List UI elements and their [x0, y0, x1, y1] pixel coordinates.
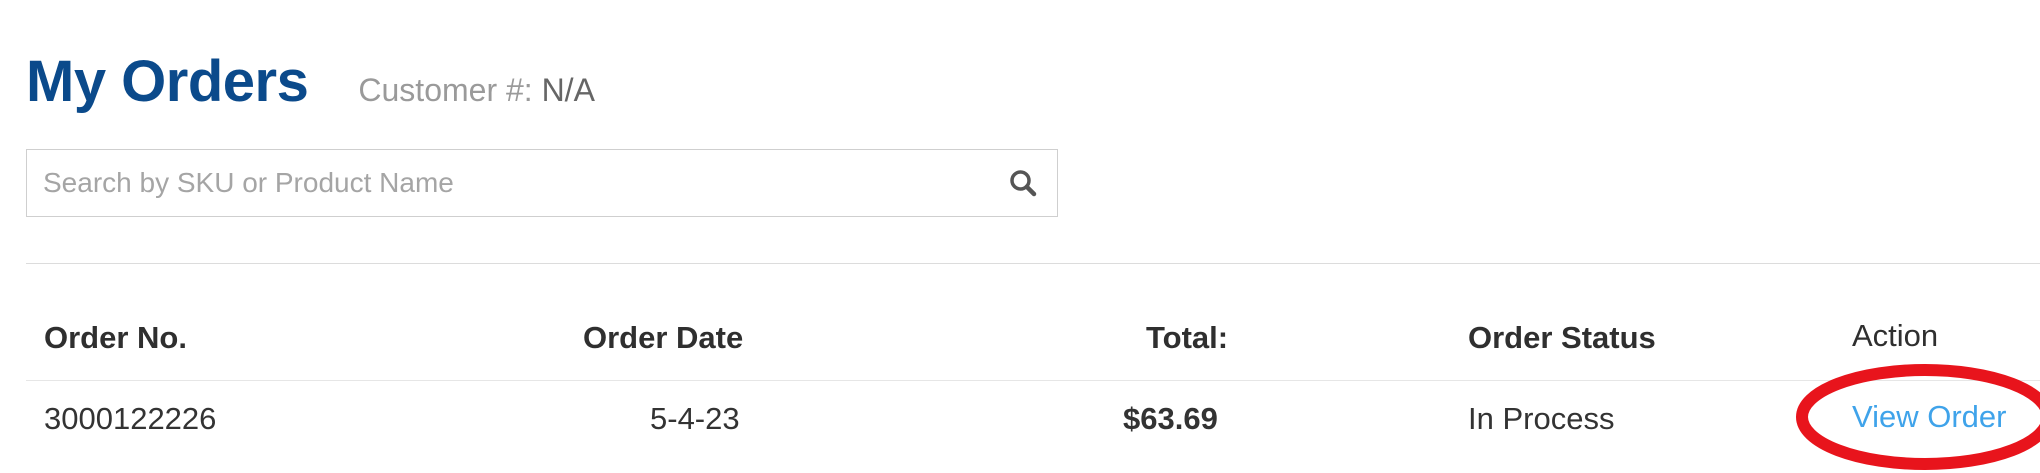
customer-number: Customer #: N/A — [358, 72, 595, 109]
order-total-cell: $63.69 — [1123, 401, 1218, 436]
header-action: Action — [1852, 318, 1939, 353]
search-bar — [26, 149, 1058, 217]
header-order-no: Order No. — [44, 320, 187, 355]
header-total: Total: — [1146, 320, 1229, 355]
header-order-status: Order Status — [1468, 320, 1656, 355]
view-order-link[interactable]: View Order — [1852, 399, 2007, 434]
header-order-date: Order Date — [583, 320, 744, 355]
customer-number-label: Customer #: — [358, 72, 533, 108]
action-cell: View Order — [1852, 399, 2007, 435]
page-title: My Orders — [26, 49, 309, 114]
order-date-cell: 5-4-23 — [650, 401, 740, 436]
orders-page: My Orders Customer #: N/A Order No. Orde… — [0, 0, 2040, 473]
search-icon[interactable] — [1003, 163, 1043, 203]
section-divider — [26, 263, 2040, 264]
page-header: My Orders Customer #: N/A — [26, 48, 595, 115]
order-status-cell: In Process — [1468, 401, 1615, 436]
customer-number-value: N/A — [541, 72, 595, 108]
row-divider — [26, 380, 2040, 381]
order-number-cell: 3000122226 — [44, 401, 217, 436]
search-input[interactable] — [27, 150, 1003, 216]
